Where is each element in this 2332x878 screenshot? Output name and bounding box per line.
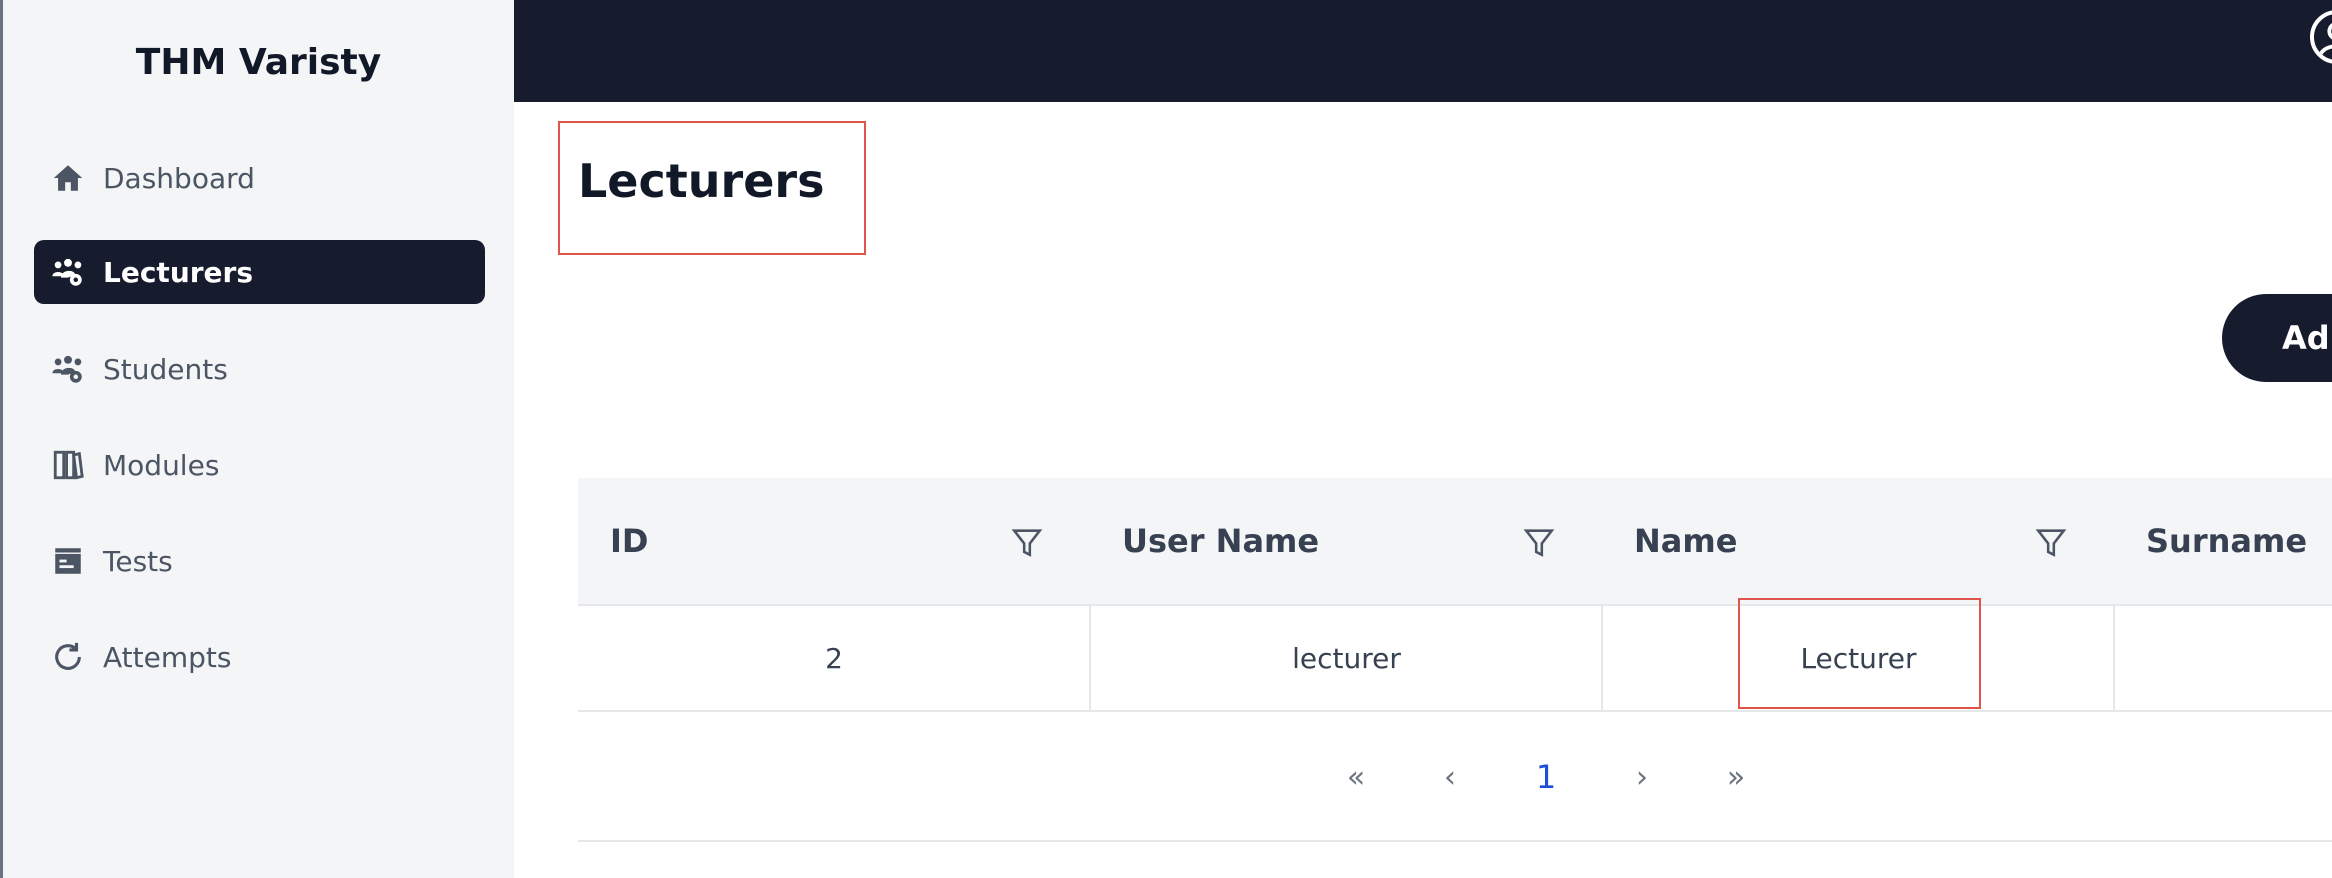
pagination-prev-button[interactable]: ‹: [1432, 752, 1468, 802]
table-header: ID User Name Name Surname: [578, 478, 2332, 606]
users-gear-icon: [51, 255, 85, 289]
home-icon: [51, 161, 85, 195]
sidebar-item-label: Modules: [103, 448, 220, 482]
filter-icon[interactable]: [1522, 524, 1556, 560]
pagination-page-1[interactable]: 1: [1526, 752, 1566, 802]
column-header-label: Surname: [2146, 522, 2308, 560]
sidebar-item-lecturers[interactable]: Lecturers: [34, 240, 485, 304]
sidebar-item-tests[interactable]: Tests: [34, 529, 485, 593]
column-header-label: Name: [1634, 522, 1738, 560]
page-title: Lecturers: [578, 154, 825, 208]
sidebar: THM Varisty Dashboard Lecturers Students: [3, 0, 514, 878]
column-header-surname[interactable]: Surname: [2114, 478, 2332, 604]
cell-username: lecturer: [1089, 606, 1602, 710]
books-icon: [51, 448, 85, 482]
refresh-icon: [51, 640, 85, 674]
cell-surname: [2113, 606, 2332, 710]
column-header-label: ID: [610, 522, 649, 560]
brand-title: THM Varisty: [135, 42, 382, 83]
sidebar-item-modules[interactable]: Modules: [34, 433, 485, 497]
add-lecturer-button[interactable]: Ad: [2222, 294, 2332, 382]
table-row[interactable]: 2 lecturer Lecturer: [578, 606, 2332, 712]
sidebar-item-students[interactable]: Students: [34, 337, 485, 401]
sidebar-item-label: Dashboard: [103, 161, 255, 195]
column-header-label: User Name: [1122, 522, 1320, 560]
sidebar-item-label: Students: [103, 352, 228, 386]
pagination-first-button[interactable]: «: [1336, 752, 1376, 802]
id-card-icon: [51, 544, 85, 578]
pagination-last-button[interactable]: »: [1716, 752, 1756, 802]
sidebar-item-attempts[interactable]: Attempts: [34, 625, 485, 689]
sidebar-item-dashboard[interactable]: Dashboard: [34, 146, 485, 210]
pagination-next-button[interactable]: ›: [1624, 752, 1660, 802]
sidebar-item-label: Tests: [103, 544, 173, 578]
cell-id: 2: [825, 641, 843, 675]
sidebar-item-label: Lecturers: [103, 255, 254, 289]
users-gear-icon: [51, 352, 85, 386]
top-bar: [514, 0, 2332, 102]
sidebar-item-label: Attempts: [103, 640, 232, 674]
filter-icon[interactable]: [1010, 524, 1044, 560]
cell-highlight-box: [1738, 598, 1981, 709]
filter-icon[interactable]: [2034, 524, 2068, 560]
table-footer-divider: [578, 840, 2332, 842]
